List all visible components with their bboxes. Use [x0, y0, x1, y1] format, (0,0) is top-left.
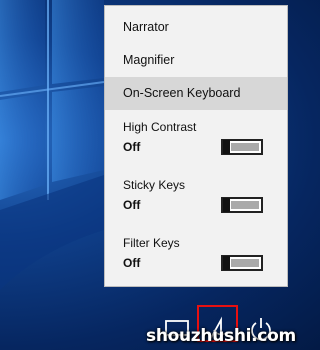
menu-item-narrator[interactable]: Narrator — [105, 11, 287, 44]
toggle-state: Off — [123, 198, 141, 212]
toggle-state: Off — [123, 256, 141, 270]
toggle-label: Filter Keys — [123, 236, 180, 250]
ease-of-access-menu: Narrator Magnifier On-Screen Keyboard Hi… — [104, 5, 288, 287]
toggle-label: High Contrast — [123, 120, 197, 134]
toggle-label: Sticky Keys — [123, 178, 186, 192]
filter-keys-switch[interactable] — [221, 255, 263, 271]
toggle-high-contrast: High Contrast Off — [123, 120, 273, 162]
toggle-sticky-keys: Sticky Keys Off — [123, 178, 273, 220]
menu-item-magnifier[interactable]: Magnifier — [105, 44, 287, 77]
toggle-filter-keys: Filter Keys Off — [123, 236, 273, 278]
high-contrast-switch[interactable] — [221, 139, 263, 155]
sticky-keys-switch[interactable] — [221, 197, 263, 213]
toggle-state: Off — [123, 140, 141, 154]
watermark: shouzhushi.com — [146, 326, 296, 346]
menu-item-on-screen-keyboard[interactable]: On-Screen Keyboard — [105, 77, 287, 110]
